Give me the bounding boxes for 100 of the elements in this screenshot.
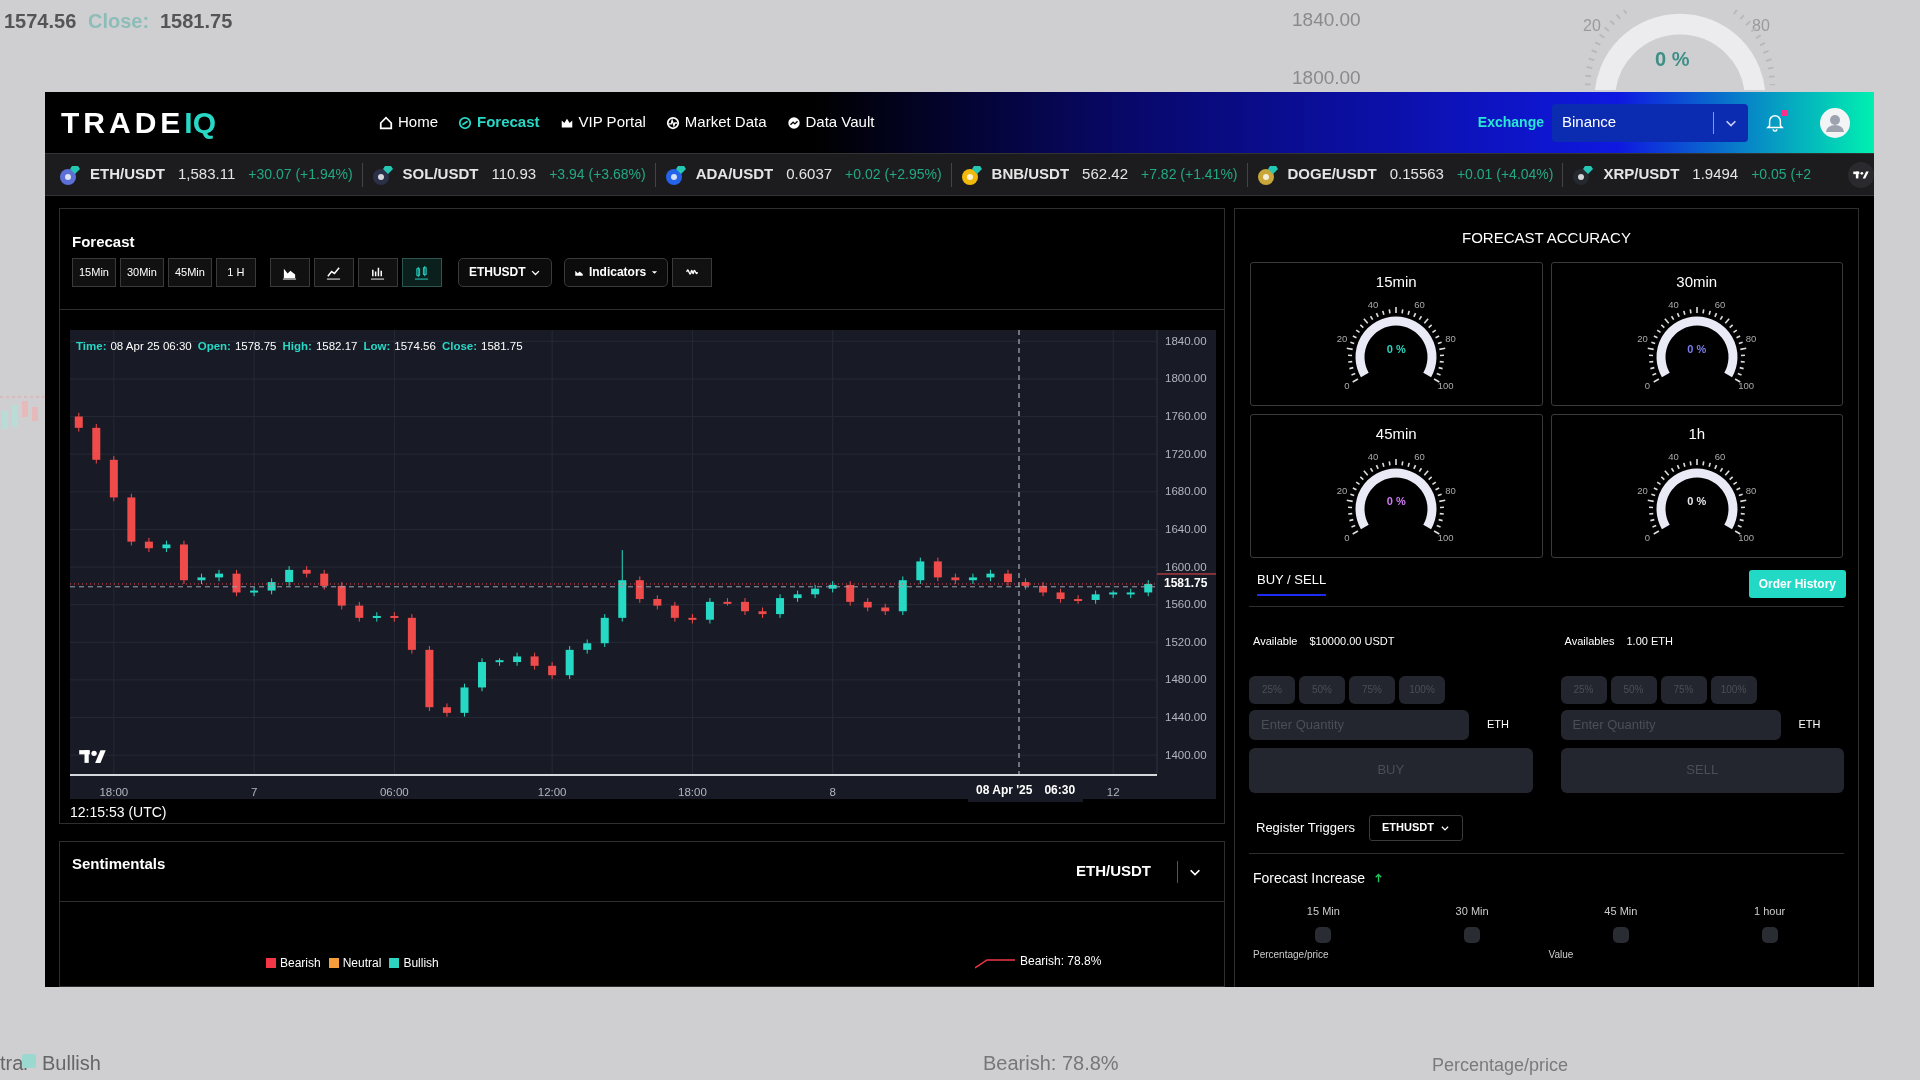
bell-icon[interactable] — [1766, 112, 1784, 133]
candle — [688, 613, 697, 624]
candle — [460, 682, 469, 717]
callout-label: Bearish: 78.8% — [1020, 953, 1102, 970]
candle — [478, 657, 486, 692]
gauge-scale-label: 20 — [1336, 484, 1348, 499]
candle — [951, 572, 960, 584]
pair-select[interactable]: ETH/USDT — [1076, 860, 1151, 883]
pair-name: XRP/USDT — [1603, 164, 1680, 185]
toggle-switch[interactable] — [1612, 927, 1629, 943]
chart-logo-icon — [78, 747, 108, 765]
toggle-switch[interactable] — [1315, 927, 1332, 943]
gauge-scale-label: 20 — [1336, 332, 1348, 347]
timeframe-button[interactable]: 15Min — [72, 257, 116, 287]
pair-name: ETH/USDT — [90, 164, 165, 185]
symbol-select[interactable]: ETHUSDT — [457, 257, 552, 287]
pulse-icon — [665, 115, 680, 130]
candle — [1004, 568, 1012, 586]
symbol-select[interactable]: ETHUSDT — [1369, 814, 1463, 841]
pair-change: +0.05 (+2 — [1751, 165, 1812, 184]
timeframe-button[interactable]: 45Min — [167, 257, 212, 287]
backdrop-text: Percentage/price — [1432, 1054, 1569, 1077]
toggle-switch[interactable] — [1761, 927, 1778, 943]
coin-icon — [371, 163, 394, 186]
candle — [162, 539, 171, 552]
gauge-scale-label: 40 — [1367, 297, 1379, 312]
chart-type-button[interactable] — [357, 257, 398, 287]
coin-icon — [59, 163, 81, 186]
indicators-button[interactable]: Indicators — [563, 257, 669, 287]
chart-type-button[interactable] — [313, 257, 354, 287]
pair-price: 562.42 — [1082, 164, 1128, 185]
gauge-scale-label: 40 — [1668, 449, 1679, 464]
coin-icon — [1256, 163, 1279, 186]
gauge-scale-label: 40 — [1367, 449, 1379, 464]
gauge-scale-label: 100 — [1738, 378, 1755, 393]
pair-change: +0.01 (+4.04%) — [1456, 165, 1554, 184]
nav-link[interactable]: Data Vault — [786, 111, 875, 134]
nav-link[interactable]: Forecast — [458, 111, 540, 134]
pair-change: +30.07 (+1.94%) — [248, 165, 353, 184]
candle — [898, 575, 907, 616]
nav-link[interactable]: Market Data — [665, 111, 767, 134]
candle — [197, 572, 206, 584]
y-axis-label: 1800.00 — [1165, 371, 1207, 386]
candle — [232, 568, 241, 597]
timeframe-button[interactable]: 30Min — [119, 257, 164, 287]
backdrop-label: 0 % — [1655, 47, 1690, 72]
y-axis-label: 1840.00 — [1165, 333, 1207, 348]
exchange-select[interactable]: Binance — [1552, 103, 1748, 142]
available-label: Available — [1253, 634, 1298, 649]
candle — [372, 611, 381, 622]
unit-label: ETH — [1798, 717, 1821, 733]
chart-type-button[interactable] — [401, 257, 442, 287]
gauge-scale-label: 80 — [1745, 484, 1757, 499]
waveform-button[interactable] — [672, 257, 713, 287]
buy-sell-tab[interactable]: BUY / SELL — [1257, 569, 1327, 596]
x-axis-label: 18:00 — [678, 784, 707, 800]
candle — [442, 702, 451, 717]
candle — [933, 556, 942, 582]
gauge-scale-label: 0 — [1644, 378, 1650, 393]
candle — [653, 594, 662, 610]
pair-name: ADA/USDT — [695, 164, 774, 185]
gauge-scale-label: 60 — [1714, 449, 1726, 464]
pair-change: +7.82 (+1.41%) — [1141, 165, 1238, 184]
y-axis-label: 1520.00 — [1165, 634, 1207, 649]
field-label: Value — [1548, 948, 1575, 962]
available-value: $10000.00 USDT — [1309, 634, 1395, 649]
candle — [1091, 589, 1100, 604]
candle — [1056, 587, 1065, 603]
gauge-scale-label: 20 — [1637, 332, 1648, 347]
candle — [1126, 587, 1135, 599]
gauge-scale-label: 60 — [1714, 297, 1726, 312]
nav-link[interactable]: Home — [379, 111, 438, 134]
backdrop-legend-label: Bullish — [42, 1051, 101, 1076]
gauge-title: 15min — [1375, 271, 1417, 292]
candle — [1144, 579, 1153, 597]
y-axis-label: 1600.00 — [1165, 559, 1207, 574]
gauge-scale-label: 40 — [1668, 297, 1679, 312]
candle — [881, 602, 890, 616]
candle — [793, 589, 802, 602]
toggle-switch[interactable] — [1464, 927, 1481, 943]
utc-clock: 12:15:53 (UTC) — [70, 803, 168, 822]
candle — [741, 597, 749, 616]
candle — [337, 581, 346, 610]
candle — [425, 645, 434, 711]
x-axis-label: 06:00 — [379, 784, 409, 800]
ohlc-label: Close: — [441, 338, 478, 354]
gauge-value: 0 % — [1687, 493, 1707, 509]
ohlc-value: 1582.17 — [315, 338, 358, 354]
chart-type-button[interactable] — [269, 257, 310, 287]
pair-name: BNB/USDT — [991, 164, 1070, 185]
nav-link[interactable]: VIP Portal — [559, 111, 646, 134]
candle — [600, 613, 609, 647]
candle — [390, 611, 399, 622]
candle — [548, 661, 557, 679]
panel-title: Sentimentals — [72, 854, 167, 875]
candle — [846, 580, 855, 606]
backdrop-text: 1840.00 — [1292, 8, 1361, 32]
timeframe-button[interactable]: 1 H — [215, 257, 256, 287]
pair-change: +0.02 (+2.95%) — [845, 165, 942, 184]
panel-title: Forecast — [72, 232, 136, 252]
